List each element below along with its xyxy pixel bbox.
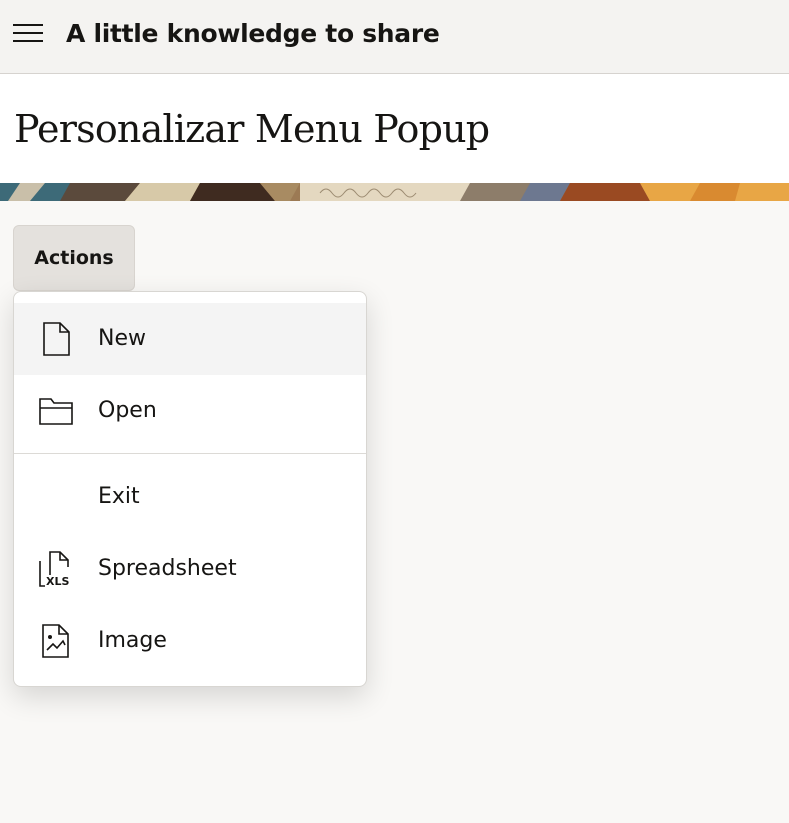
page-header: Personalizar Menu Popup (0, 74, 789, 183)
page-title: Personalizar Menu Popup (14, 107, 490, 151)
menu-item-new[interactable]: New (14, 303, 366, 375)
menu-item-image[interactable]: Image (14, 605, 366, 677)
menu-item-label: Exit (98, 484, 140, 509)
menu-item-exit[interactable]: Exit (14, 461, 366, 533)
image-file-icon (42, 624, 69, 658)
menu-item-label: Open (98, 398, 157, 423)
decorative-banner (0, 183, 789, 201)
svg-text:XLS: XLS (46, 575, 69, 587)
new-document-icon (43, 322, 70, 356)
menu-item-label: Image (98, 628, 167, 653)
actions-button[interactable]: Actions (13, 225, 135, 291)
menu-divider (14, 453, 366, 454)
hamburger-menu-icon[interactable] (13, 24, 43, 44)
xls-file-icon: XLS (39, 551, 69, 587)
top-app-bar: A little knowledge to share (0, 0, 789, 74)
menu-item-open[interactable]: Open (14, 375, 366, 447)
menu-item-label: Spreadsheet (98, 556, 237, 581)
menu-item-label: New (98, 326, 146, 351)
menu-item-spreadsheet[interactable]: XLS Spreadsheet (14, 533, 366, 605)
popup-menu: New Open Exit XLS Spreadsheet Image (13, 291, 367, 687)
app-title: A little knowledge to share (66, 19, 440, 48)
folder-open-icon (39, 398, 73, 425)
